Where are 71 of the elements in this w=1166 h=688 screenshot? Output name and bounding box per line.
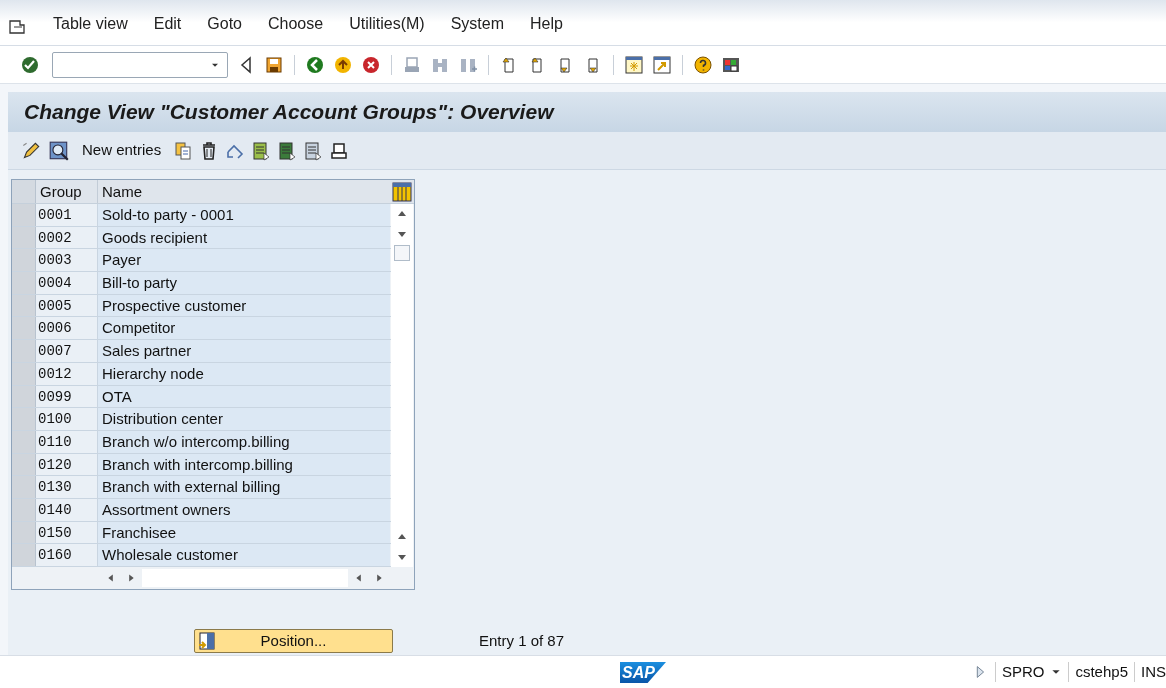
table-cell: 0004	[36, 272, 98, 294]
table-cell: 0130	[36, 476, 98, 498]
back-icon[interactable]	[305, 54, 325, 75]
new-entries-button[interactable]: New entries	[76, 138, 168, 163]
menu-item[interactable]: Choose	[254, 12, 337, 36]
shortcut-icon[interactable]	[652, 54, 672, 75]
table-cell: Assortment owners	[98, 498, 390, 521]
table-cell: OTA	[98, 385, 390, 408]
server-name: cstehp5	[1075, 661, 1128, 682]
new-window-icon[interactable]	[624, 54, 644, 75]
table-cell: 0002	[36, 226, 98, 249]
table-cell: Hierarchy node	[98, 362, 390, 385]
display-icon[interactable]	[48, 139, 70, 162]
select-all-icon[interactable]	[251, 140, 272, 161]
insert-mode: INS	[1141, 661, 1166, 682]
table-cell: Prospective customer	[98, 294, 390, 317]
table-cell: Sold-to party - 0001	[98, 204, 390, 226]
table-cell: 0001	[36, 204, 98, 226]
cancel-icon[interactable]	[361, 54, 381, 75]
table-cell: 0110	[36, 430, 98, 453]
menu-item[interactable]: Edit	[140, 12, 195, 36]
exit-icon[interactable]	[333, 54, 353, 75]
position-button[interactable]: Position...	[194, 629, 393, 653]
deselect-all-icon[interactable]	[303, 140, 324, 161]
screen-title: Change View "Customer Account Groups": Overview	[24, 99, 554, 126]
menu-item[interactable]: Utilities(M)	[336, 12, 438, 36]
select-block-icon[interactable]	[277, 140, 298, 161]
table-cell: Sales partner	[98, 340, 390, 362]
table-cell: 0120	[36, 453, 98, 476]
menu-item[interactable]: Goto	[194, 12, 255, 36]
pencil-icon[interactable]	[20, 139, 42, 162]
table-cell: Distribution center	[98, 408, 390, 430]
table-cell: Competitor	[98, 317, 390, 340]
menu-item[interactable]: Help	[517, 12, 576, 36]
table-cell: 0005	[36, 294, 98, 317]
select-all-cell[interactable]	[12, 180, 36, 203]
table-cell: Branch with external billing	[98, 476, 390, 498]
table-cell: Payer	[98, 249, 390, 272]
scroll-thumb[interactable]	[394, 245, 410, 261]
menu-item[interactable]: System	[437, 12, 517, 36]
table-cell: 0150	[36, 521, 98, 544]
table-cell: Wholesale customer	[98, 544, 390, 566]
table-cell: 0140	[36, 498, 98, 521]
transaction-dropdown[interactable]: SPRO	[1001, 660, 1063, 684]
menu-item[interactable]: Table view	[40, 12, 141, 36]
menu-icon[interactable]	[8, 19, 26, 35]
table-cell: 0006	[36, 317, 98, 340]
table-cell: Goods recipient	[98, 226, 390, 249]
print-icon[interactable]	[329, 140, 350, 161]
entry-info: Entry 1 of 87	[479, 630, 565, 651]
save-icon[interactable]	[264, 54, 284, 75]
table-cell: Branch with intercomp.billing	[98, 453, 390, 476]
table-cell: Franchisee	[98, 521, 390, 544]
transaction-code: SPRO	[1001, 661, 1045, 682]
sap-logo: SAP	[620, 662, 666, 683]
table-cell: 0007	[36, 340, 98, 362]
copy-icon[interactable]	[173, 140, 194, 161]
position-icon	[197, 631, 217, 651]
table-settings-icon[interactable]	[392, 181, 412, 202]
command-field[interactable]	[52, 51, 228, 78]
table-cell: Branch w/o intercomp.billing	[98, 430, 390, 453]
checkmark-icon[interactable]	[20, 54, 40, 75]
table-cell: 0003	[36, 249, 98, 272]
table-cell: 0012	[36, 362, 98, 385]
table-cell: 0160	[36, 544, 98, 566]
table-cell: 0099	[36, 385, 98, 408]
column-header[interactable]: Name	[98, 180, 390, 203]
column-header[interactable]: Group	[36, 180, 98, 203]
table-cell: Bill-to party	[98, 272, 390, 294]
help-icon[interactable]	[693, 54, 713, 75]
table-cell: 0100	[36, 408, 98, 430]
